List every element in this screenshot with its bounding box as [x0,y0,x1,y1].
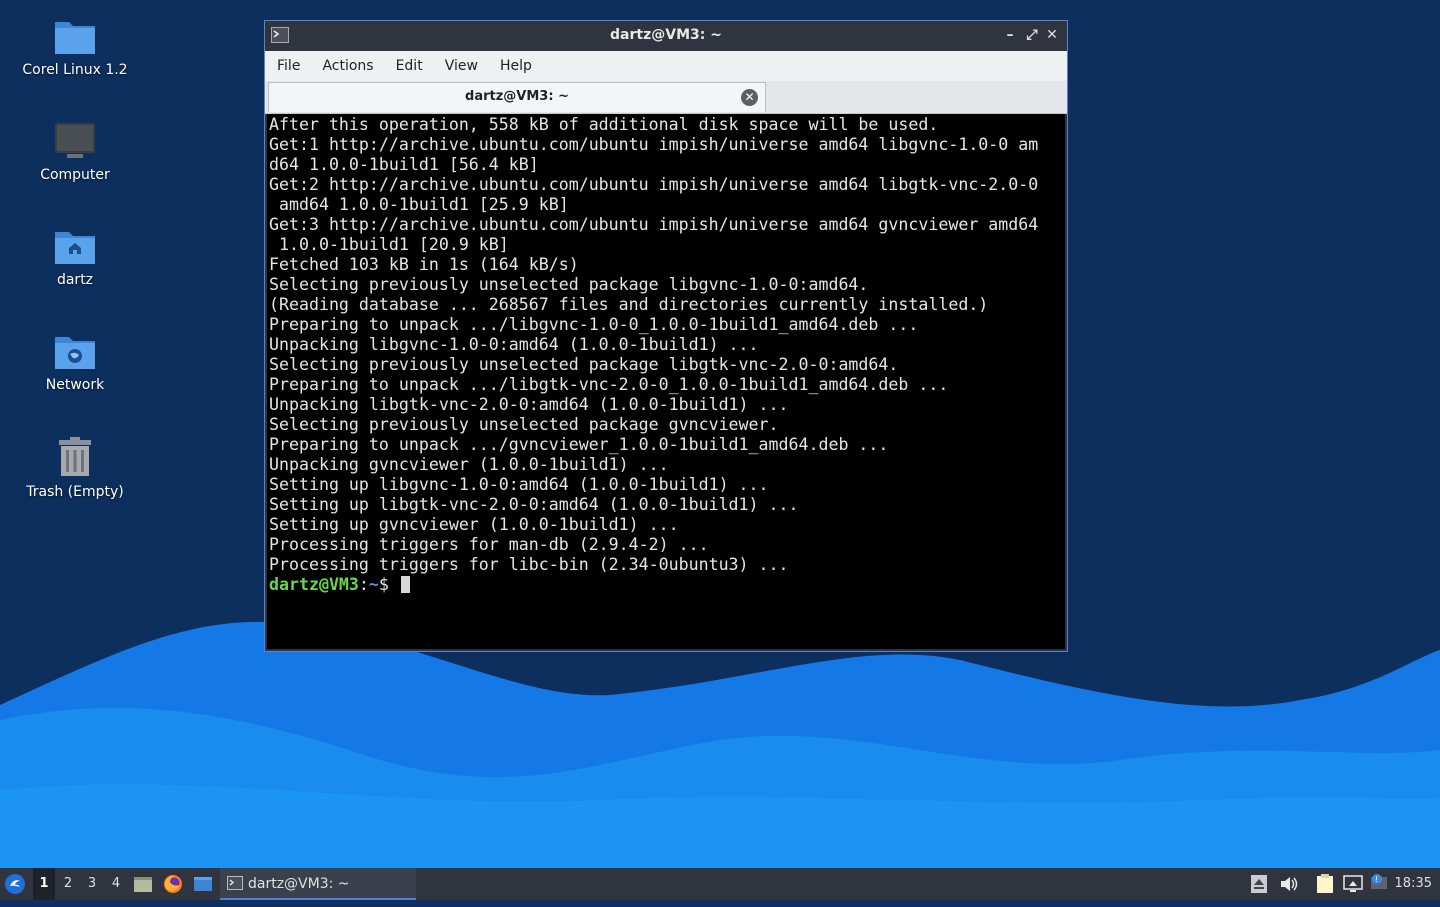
tab-close-icon[interactable]: ✕ [741,89,758,106]
terminal-line: Selecting previously unselected package … [269,275,869,294]
workspace-2[interactable]: 2 [57,868,79,900]
desktop-icon-trash[interactable]: Trash (Empty) [0,436,150,500]
folder-icon [55,22,95,54]
svg-text:!: ! [1375,875,1378,884]
taskbar-terminal-label: dartz@VM3: ~ [248,876,350,892]
window-titlebar[interactable]: dartz@VM3: ~ – ⤢ ✕ [265,21,1067,51]
terminal-line: 1.0.0-1build1 [20.9 kB] [269,235,509,254]
notification-icon[interactable]: ! [1369,868,1389,900]
terminal-window[interactable]: dartz@VM3: ~ – ⤢ ✕ File Actions Edit Vie… [264,20,1068,652]
terminal-line: Setting up gvncviewer (1.0.0-1build1) ..… [269,515,679,534]
desktop-icon-label: Computer [40,167,110,183]
terminal-line: amd64 1.0.0-1build1 [25.9 kB] [269,195,569,214]
menu-actions[interactable]: Actions [314,58,381,74]
menu-file[interactable]: File [269,58,308,74]
terminal-line: Unpacking libgvnc-1.0-0:amd64 (1.0.0-1bu… [269,335,759,354]
terminal-line: Processing triggers for man-db (2.9.4-2)… [269,535,709,554]
prompt-symbol: $ [378,575,399,594]
terminal-line: Fetched 103 kB in 1s (164 kB/s) [269,255,579,274]
volume-icon[interactable] [1279,868,1299,900]
desktop-icon [194,877,212,891]
terminal-line: d64 1.0.0-1build1 [56.4 kB] [269,155,539,174]
desktop-icon-label: Corel Linux 1.2 [22,62,128,78]
minimize-button[interactable]: – [1001,26,1019,44]
firefox-icon [164,875,182,893]
terminal-line: Preparing to unpack .../libgtk-vnc-2.0-0… [269,375,949,394]
show-desktop-launcher[interactable] [193,868,215,900]
firefox-launcher[interactable] [163,868,185,900]
text-cursor [400,576,410,593]
terminal-tab[interactable]: dartz@VM3: ~ ✕ [268,82,766,112]
terminal-line: Unpacking gvncviewer (1.0.0-1build1) ... [269,455,669,474]
menu-bar: File Actions Edit View Help [265,51,1067,81]
terminal-line: Preparing to unpack .../libgvnc-1.0-0_1.… [269,315,919,334]
workspace-1[interactable]: 1 [33,868,55,900]
menu-view[interactable]: View [437,58,486,74]
prompt-separator: : [358,575,369,594]
terminal-lines: After this operation, 558 kB of addition… [269,115,1063,575]
file-manager-icon [134,877,152,892]
tab-label: dartz@VM3: ~ [465,89,569,104]
start-menu-icon [5,874,25,894]
terminal-line: Get:2 http://archive.ubuntu.com/ubuntu i… [269,175,1039,194]
terminal-line: Setting up libgvnc-1.0-0:amd64 (1.0.0-1b… [269,475,769,494]
maximize-button[interactable]: ⤢ [1023,26,1041,44]
terminal-line: Get:1 http://archive.ubuntu.com/ubuntu i… [269,135,1039,154]
desktop-icon-computer[interactable]: Computer [0,121,150,183]
clock[interactable]: 18:35 [1395,868,1432,900]
workspace-3[interactable]: 3 [81,868,103,900]
home-folder-icon [55,232,95,264]
desktop-icon-corel-linux[interactable]: Corel Linux 1.2 [0,16,150,78]
network-status-icon[interactable] [1343,868,1363,900]
terminal-prompt: dartz@VM3:~$ [269,575,1063,595]
taskbar-terminal-button[interactable]: dartz@VM3: ~ [220,868,416,900]
terminal-icon [227,876,243,890]
terminal-line: Get:3 http://archive.ubuntu.com/ubuntu i… [269,215,1039,234]
trash-icon [59,437,91,476]
terminal-line: Preparing to unpack .../gvncviewer_1.0.0… [269,435,889,454]
tray-eject-icon[interactable] [1251,868,1269,900]
clipboard-icon[interactable] [1315,868,1335,900]
terminal-line: Setting up libgtk-vnc-2.0-0:amd64 (1.0.0… [269,495,799,514]
terminal-line: Unpacking libgtk-vnc-2.0-0:amd64 (1.0.0-… [269,395,789,414]
desktop-icon-label: Network [45,377,105,393]
desktop-icon-home[interactable]: dartz [0,226,150,288]
file-manager-launcher[interactable] [133,868,155,900]
close-button[interactable]: ✕ [1043,26,1061,44]
terminal-line: (Reading database ... 268567 files and d… [269,295,989,314]
desktop-icon-label: Trash (Empty) [26,484,124,500]
prompt-path: ~ [368,575,379,594]
terminal-line: Processing triggers for libc-bin (2.34-0… [269,555,789,574]
network-folder-icon [55,337,95,369]
menu-edit[interactable]: Edit [388,58,431,74]
computer-icon [55,123,95,158]
taskbar: 1 2 3 4 dartz@VM3: ~ ! 18:35 [0,868,1440,900]
terminal-line: Selecting previously unselected package … [269,415,779,434]
terminal-line: Selecting previously unselected package … [269,355,899,374]
window-title: dartz@VM3: ~ [610,27,722,43]
terminal-output[interactable]: After this operation, 558 kB of addition… [267,114,1065,649]
menu-help[interactable]: Help [492,58,540,74]
terminal-line: After this operation, 558 kB of addition… [269,115,939,134]
prompt-user-host: dartz@VM3 [269,575,359,594]
workspace-4[interactable]: 4 [105,868,127,900]
desktop-icon-network[interactable]: Network [0,331,150,393]
tab-bar: dartz@VM3: ~ ✕ [265,81,1067,114]
desktop-icon-label: dartz [56,272,94,288]
start-menu-button[interactable] [4,868,30,900]
